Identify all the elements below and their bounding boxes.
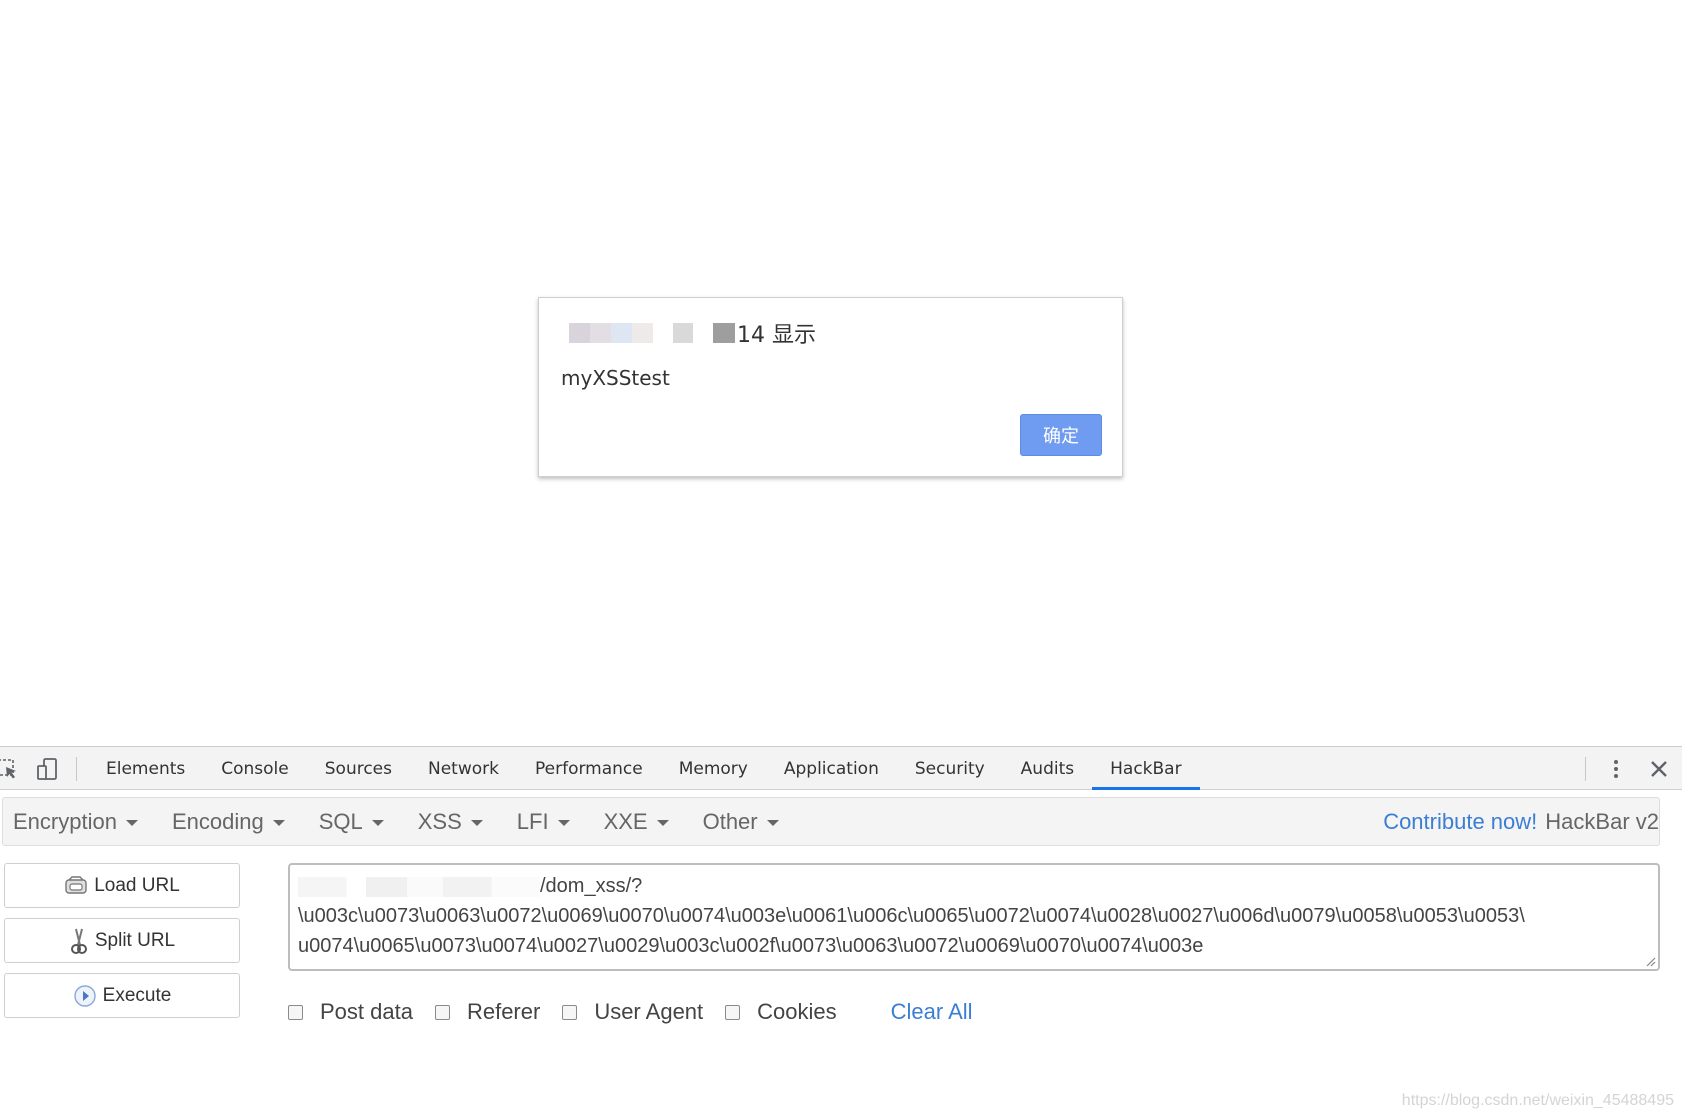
url-path: /dom_xss/? bbox=[540, 875, 643, 897]
menu-other[interactable]: Other bbox=[703, 809, 779, 835]
referer-label: Referer bbox=[466, 999, 541, 1024]
cookies-checkbox[interactable] bbox=[725, 1004, 741, 1020]
caret-down-icon bbox=[371, 819, 384, 826]
caret-down-icon bbox=[125, 819, 138, 826]
split-url-label: Split URL bbox=[94, 929, 176, 951]
cookies-label: Cookies bbox=[757, 999, 837, 1024]
tab-security[interactable]: Security bbox=[897, 747, 1003, 790]
caret-down-icon bbox=[557, 819, 570, 826]
user-agent-option[interactable]: User Agent bbox=[562, 999, 703, 1025]
tab-audits[interactable]: Audits bbox=[1003, 747, 1092, 790]
url-textarea[interactable]: /dom_xss/? \u003c\u0073\u0063\u0072\u006… bbox=[288, 863, 1660, 971]
resize-handle-icon[interactable] bbox=[1644, 955, 1656, 967]
menu-lfi[interactable]: LFI bbox=[517, 809, 570, 835]
post-data-label: Post data bbox=[320, 999, 413, 1024]
url-line-1: /dom_xss/? bbox=[298, 871, 1650, 901]
redacted-origin-part bbox=[713, 323, 735, 343]
devtools-tabs: Elements Console Sources Network Perform… bbox=[88, 747, 1200, 790]
execute-label: Execute bbox=[102, 984, 172, 1006]
more-options-icon[interactable] bbox=[1604, 757, 1628, 781]
caret-down-icon bbox=[656, 819, 669, 826]
menu-sql[interactable]: SQL bbox=[319, 809, 384, 835]
url-line-2: \u003c\u0073\u0063\u0072\u0069\u0070\u00… bbox=[298, 905, 1525, 927]
watermark: https://blog.csdn.net/weixin_45488495 bbox=[1401, 1092, 1674, 1109]
alert-dialog: 14 显示 myXSStest 确定 bbox=[538, 297, 1123, 477]
ok-button[interactable]: 确定 bbox=[1020, 414, 1102, 456]
load-url-label: Load URL bbox=[94, 874, 180, 896]
contribute-link[interactable]: Contribute now! bbox=[1383, 809, 1537, 835]
execute-button[interactable]: Execute bbox=[4, 973, 240, 1018]
url-line-3: u0074\u0065\u0073\u0074\u0027\u0029\u003… bbox=[298, 935, 1204, 957]
menu-encryption-label: Encryption bbox=[13, 808, 117, 834]
menu-encoding[interactable]: Encoding bbox=[172, 809, 285, 835]
version-label: HackBar v2 bbox=[1545, 808, 1659, 834]
browser-page: 14 显示 myXSStest 确定 Elements Console Sour… bbox=[0, 0, 1682, 1120]
caret-down-icon bbox=[470, 819, 483, 826]
tab-elements[interactable]: Elements bbox=[88, 747, 203, 790]
user-agent-checkbox[interactable] bbox=[562, 1004, 578, 1020]
menu-xxe-label: XXE bbox=[603, 808, 648, 834]
post-data-option[interactable]: Post data bbox=[288, 999, 413, 1025]
post-data-checkbox[interactable] bbox=[288, 1004, 303, 1020]
scissors-icon bbox=[70, 928, 87, 954]
referer-option[interactable]: Referer bbox=[434, 999, 541, 1025]
hackbar-menu: Encryption Encoding SQL XSS LFI XXE Othe… bbox=[2, 797, 1660, 846]
inspect-element-icon[interactable] bbox=[0, 757, 20, 781]
menu-xss[interactable]: XSS bbox=[418, 809, 483, 835]
dialog-title: 14 显示 bbox=[569, 320, 816, 348]
close-icon[interactable] bbox=[1647, 757, 1671, 781]
menu-xxe[interactable]: XXE bbox=[604, 809, 669, 835]
dialog-title-text: 14 显示 bbox=[737, 323, 816, 348]
caret-down-icon bbox=[272, 819, 285, 826]
dialog-message: myXSStest bbox=[561, 366, 670, 390]
toolbar-divider bbox=[1585, 757, 1586, 781]
tab-sources[interactable]: Sources bbox=[307, 747, 410, 790]
redacted-origin-part bbox=[673, 323, 693, 343]
tab-hackbar[interactable]: HackBar bbox=[1092, 747, 1200, 790]
tab-memory[interactable]: Memory bbox=[661, 747, 766, 790]
user-agent-label: User Agent bbox=[594, 999, 704, 1024]
redacted-host bbox=[298, 876, 540, 897]
redacted-origin bbox=[569, 323, 653, 343]
split-url-button[interactable]: Split URL bbox=[4, 918, 240, 963]
menu-encoding-label: Encoding bbox=[171, 808, 264, 834]
load-url-icon bbox=[65, 875, 87, 894]
devtools-tabbar: Elements Console Sources Network Perform… bbox=[0, 746, 1682, 790]
request-options: Post data Referer User Agent Cookies Cle… bbox=[288, 996, 973, 1028]
menu-encryption[interactable]: Encryption bbox=[13, 809, 138, 835]
play-icon bbox=[73, 984, 96, 1007]
toolbar-divider bbox=[76, 757, 77, 781]
menu-other-label: Other bbox=[702, 808, 758, 834]
cookies-option[interactable]: Cookies bbox=[725, 999, 837, 1025]
load-url-button[interactable]: Load URL bbox=[4, 863, 240, 908]
menu-xss-label: XSS bbox=[417, 808, 462, 834]
referer-checkbox[interactable] bbox=[434, 1004, 450, 1020]
clear-all-link[interactable]: Clear All bbox=[891, 999, 973, 1025]
tab-application[interactable]: Application bbox=[766, 747, 897, 790]
tab-console[interactable]: Console bbox=[203, 747, 307, 790]
tab-network[interactable]: Network bbox=[410, 747, 517, 790]
caret-down-icon bbox=[766, 819, 779, 826]
device-toolbar-icon[interactable] bbox=[36, 757, 60, 781]
menu-sql-label: SQL bbox=[318, 808, 363, 834]
menu-lfi-label: LFI bbox=[516, 808, 549, 834]
tab-performance[interactable]: Performance bbox=[517, 747, 661, 790]
